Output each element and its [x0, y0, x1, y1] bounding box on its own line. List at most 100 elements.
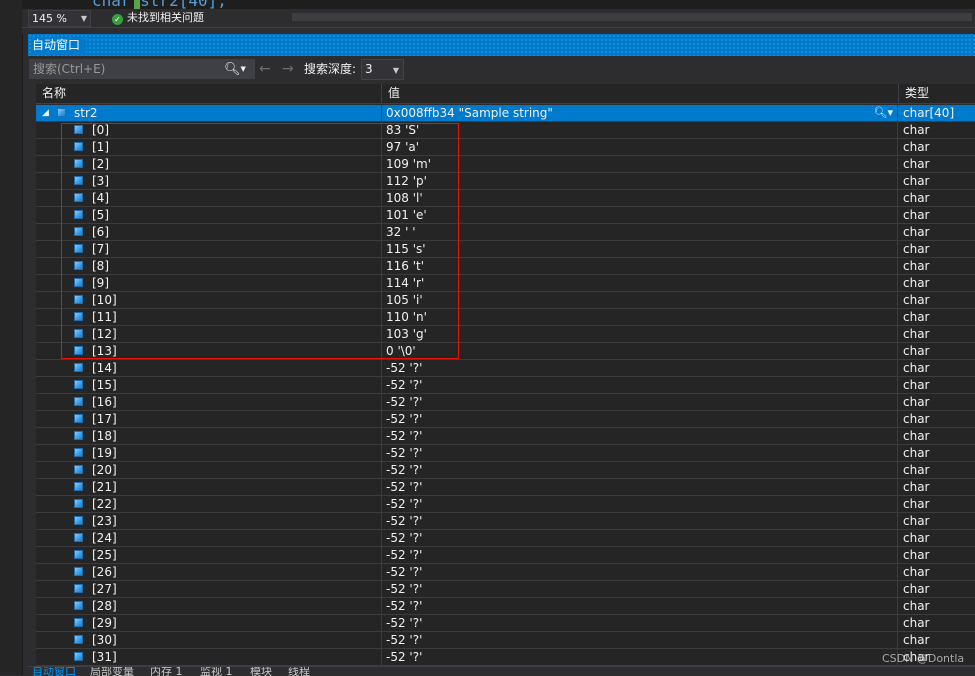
- value-cell[interactable]: 0x008ffb34 "Sample string" 🔍︎▾: [382, 105, 898, 121]
- panel-title-bar[interactable]: 自动窗口: [28, 34, 975, 56]
- value-cell[interactable]: 116 't': [382, 258, 898, 274]
- value-cell[interactable]: -52 '?': [382, 581, 898, 597]
- column-header-type[interactable]: 类型: [899, 84, 975, 103]
- zoom-dropdown[interactable]: 145 % ▼: [28, 10, 91, 27]
- value-cell[interactable]: 97 'a': [382, 139, 898, 155]
- name-cell: [12]: [36, 326, 382, 342]
- table-row[interactable]: [8] 116 't' char: [36, 258, 975, 275]
- value-cell[interactable]: 110 'n': [382, 309, 898, 325]
- table-row[interactable]: [7] 115 's' char: [36, 241, 975, 258]
- table-row[interactable]: [26] -52 '?' char: [36, 564, 975, 581]
- element-name: [8]: [92, 259, 109, 273]
- table-row[interactable]: [20] -52 '?' char: [36, 462, 975, 479]
- value-cell[interactable]: 115 's': [382, 241, 898, 257]
- collapse-triangle-icon[interactable]: ◢: [42, 105, 49, 121]
- table-row[interactable]: [29] -52 '?' char: [36, 615, 975, 632]
- value-cell[interactable]: 32 ' ': [382, 224, 898, 240]
- type-cell: char: [903, 361, 930, 375]
- value-cell[interactable]: 105 'i': [382, 292, 898, 308]
- table-row[interactable]: [27] -52 '?' char: [36, 581, 975, 598]
- value-cell[interactable]: 108 'l': [382, 190, 898, 206]
- value-cell[interactable]: -52 '?': [382, 428, 898, 444]
- table-row[interactable]: [17] -52 '?' char: [36, 411, 975, 428]
- search-depth-dropdown[interactable]: 3 ▼: [361, 59, 404, 80]
- table-row[interactable]: [9] 114 'r' char: [36, 275, 975, 292]
- table-row[interactable]: [16] -52 '?' char: [36, 394, 975, 411]
- table-row[interactable]: [6] 32 ' ' char: [36, 224, 975, 241]
- value-cell[interactable]: 109 'm': [382, 156, 898, 172]
- type-cell: char: [903, 259, 930, 273]
- type-cell: char: [903, 412, 930, 426]
- table-row[interactable]: [25] -52 '?' char: [36, 547, 975, 564]
- table-row[interactable]: [21] -52 '?' char: [36, 479, 975, 496]
- issues-indicator[interactable]: ✓ 未找到相关问题: [112, 11, 204, 25]
- type-cell: char: [903, 616, 930, 630]
- table-row[interactable]: [31] -52 '?' char: [36, 649, 975, 666]
- value-cell[interactable]: -52 '?': [382, 360, 898, 376]
- name-cell: [6]: [36, 224, 382, 240]
- value-cell[interactable]: -52 '?': [382, 598, 898, 614]
- table-row[interactable]: [15] -52 '?' char: [36, 377, 975, 394]
- name-cell: [10]: [36, 292, 382, 308]
- value-cell[interactable]: -52 '?': [382, 649, 898, 665]
- value-cell[interactable]: -52 '?': [382, 479, 898, 495]
- table-row[interactable]: [1] 97 'a' char: [36, 139, 975, 156]
- table-row[interactable]: [3] 112 'p' char: [36, 173, 975, 190]
- table-row[interactable]: [28] -52 '?' char: [36, 598, 975, 615]
- value-cell[interactable]: -52 '?': [382, 411, 898, 427]
- table-row[interactable]: [22] -52 '?' char: [36, 496, 975, 513]
- autos-grid: ◢ str2 0x008ffb34 "Sample string" 🔍︎▾ ch…: [36, 105, 975, 666]
- table-row[interactable]: [24] -52 '?' char: [36, 530, 975, 547]
- type-cell: char: [903, 582, 930, 596]
- column-header-name[interactable]: 名称: [36, 84, 382, 103]
- value-cell[interactable]: -52 '?': [382, 496, 898, 512]
- value-cell[interactable]: -52 '?': [382, 632, 898, 648]
- value-cell[interactable]: -52 '?': [382, 445, 898, 461]
- type-cell: char: [903, 548, 930, 562]
- horizontal-scrollbar[interactable]: [292, 13, 972, 21]
- table-row[interactable]: [5] 101 'e' char: [36, 207, 975, 224]
- value-cell[interactable]: 101 'e': [382, 207, 898, 223]
- name-cell: [7]: [36, 241, 382, 257]
- search-input[interactable]: 搜索(Ctrl+E): [29, 59, 255, 79]
- table-row[interactable]: [10] 105 'i' char: [36, 292, 975, 309]
- magnifier-icon[interactable]: 🔍︎▾: [874, 105, 894, 121]
- table-row[interactable]: [30] -52 '?' char: [36, 632, 975, 649]
- variable-cube-icon: [74, 635, 83, 644]
- name-cell: [28]: [36, 598, 382, 614]
- value-cell[interactable]: 83 'S': [382, 122, 898, 138]
- variable-name: str2: [74, 106, 98, 120]
- zoom-value: 145 %: [32, 12, 67, 25]
- table-row[interactable]: [13] 0 '\0' char: [36, 343, 975, 360]
- table-row[interactable]: [18] -52 '?' char: [36, 428, 975, 445]
- table-row-parent[interactable]: ◢ str2 0x008ffb34 "Sample string" 🔍︎▾ ch…: [36, 105, 975, 122]
- table-row[interactable]: [4] 108 'l' char: [36, 190, 975, 207]
- column-header-value[interactable]: 值: [382, 84, 899, 103]
- value-cell[interactable]: -52 '?': [382, 462, 898, 478]
- editor-status-row: 145 % ▼ ✓ 未找到相关问题: [22, 9, 975, 27]
- value-cell[interactable]: -52 '?': [382, 615, 898, 631]
- watermark: CSDN @Dontla: [882, 652, 965, 665]
- back-arrow-icon[interactable]: ←: [259, 60, 271, 78]
- value-cell[interactable]: -52 '?': [382, 394, 898, 410]
- table-row[interactable]: [14] -52 '?' char: [36, 360, 975, 377]
- value-cell[interactable]: -52 '?': [382, 547, 898, 563]
- forward-arrow-icon[interactable]: →: [282, 60, 294, 78]
- table-row[interactable]: [23] -52 '?' char: [36, 513, 975, 530]
- value-cell[interactable]: -52 '?': [382, 564, 898, 580]
- value-cell[interactable]: -52 '?': [382, 513, 898, 529]
- variable-cube-icon: [74, 533, 83, 542]
- value-cell[interactable]: 112 'p': [382, 173, 898, 189]
- value-cell[interactable]: -52 '?': [382, 530, 898, 546]
- value-cell[interactable]: 114 'r': [382, 275, 898, 291]
- value-cell[interactable]: 0 '\0': [382, 343, 898, 359]
- table-row[interactable]: [19] -52 '?' char: [36, 445, 975, 462]
- table-row[interactable]: [11] 110 'n' char: [36, 309, 975, 326]
- search-options-button[interactable]: 🔍︎▼: [224, 59, 250, 79]
- table-row[interactable]: [12] 103 'g' char: [36, 326, 975, 343]
- table-row[interactable]: [2] 109 'm' char: [36, 156, 975, 173]
- value-cell[interactable]: 103 'g': [382, 326, 898, 342]
- value-cell[interactable]: -52 '?': [382, 377, 898, 393]
- name-cell: [21]: [36, 479, 382, 495]
- table-row[interactable]: [0] 83 'S' char: [36, 122, 975, 139]
